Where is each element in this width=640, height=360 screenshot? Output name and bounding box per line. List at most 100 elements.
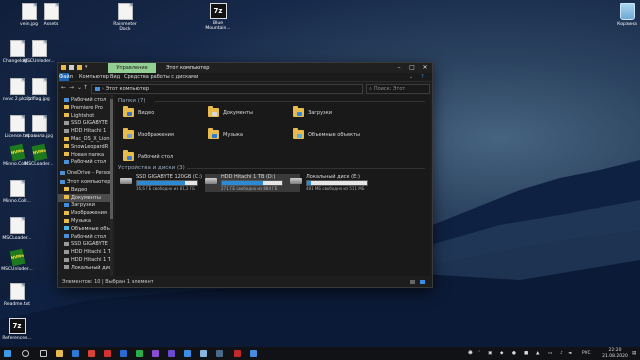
nav-item[interactable]: Новая папка: [58, 151, 110, 159]
desktop-icon[interactable]: MSCLoader...: [0, 217, 34, 241]
start-icon[interactable]: [4, 350, 11, 357]
desktop-icon[interactable]: Rainmeter Dock: [108, 3, 142, 32]
tray-app-icon[interactable]: ●: [512, 347, 516, 360]
recent-chevron-icon[interactable]: ⌄: [77, 83, 82, 93]
folder-item[interactable]: Видео: [123, 106, 203, 122]
maximize-button[interactable]: □: [406, 63, 418, 73]
expand-ribbon-icon[interactable]: ⌄: [406, 73, 416, 81]
nav-item[interactable]: Документы: [58, 193, 110, 202]
new-folder-icon[interactable]: [77, 65, 82, 70]
chrome-icon[interactable]: [88, 350, 95, 357]
forward-arrow-icon[interactable]: →: [69, 83, 74, 93]
nav-item[interactable]: Локальный дис: [58, 264, 110, 272]
nav-item[interactable]: SSD GIGABYTE 120: [58, 240, 110, 248]
desktop-icon[interactable]: Readme.txt: [0, 283, 34, 307]
search-icon[interactable]: [22, 350, 29, 357]
explorer-window[interactable]: ▾ Управление Этот компьютер – □ ✕ Файл К…: [57, 62, 433, 288]
volume-icon[interactable]: ♪: [560, 347, 563, 360]
tab-drive-tools[interactable]: Средства работы с дисками: [121, 73, 201, 81]
photoshop-icon[interactable]: [120, 350, 127, 357]
close-button[interactable]: ✕: [419, 63, 431, 73]
speaker-icon[interactable]: ◄: [568, 347, 571, 360]
nav-item[interactable]: Изображения: [58, 209, 110, 217]
desktop-icon[interactable]: NVMe MSCLoader...: [22, 143, 56, 167]
nav-item[interactable]: HDD Hitachi 1 TB: [58, 248, 110, 256]
desktop-icon[interactable]: Minno.Coll...: [0, 180, 34, 204]
people-icon[interactable]: ☻: [468, 347, 473, 360]
tab-manage[interactable]: Управление: [108, 63, 156, 73]
up-arrow-icon[interactable]: ↑: [83, 83, 88, 93]
drive-item[interactable]: HDD Hitachi 1 TB (D:) 271 ГБ свободно из …: [205, 174, 300, 192]
tray-app-icon[interactable]: ◆: [500, 347, 503, 360]
drive-item[interactable]: SSD GIGABYTE 120GB (C:) 16,6 ГБ свободно …: [120, 174, 215, 192]
details-view-icon[interactable]: [410, 280, 415, 284]
folder-item[interactable]: Загрузки: [293, 106, 373, 122]
section-folders-header[interactable]: Папки (7): [118, 98, 146, 104]
steam-icon[interactable]: [216, 350, 223, 357]
tab-file[interactable]: Файл: [59, 73, 73, 81]
navigation-pane[interactable]: Рабочий стол Premiere Pro Lightshot SSD GIG…: [58, 95, 110, 276]
drive-item[interactable]: Локальный диск (E:) 481 МБ свободно из 51…: [290, 174, 385, 192]
desktop-icon[interactable]: Корзина: [610, 3, 640, 27]
nav-item[interactable]: Сеть: [58, 275, 110, 277]
clock[interactable]: 22:20 21.08.2020: [600, 348, 630, 359]
nav-item[interactable]: Premiere Pro: [58, 104, 110, 112]
large-icons-view-icon[interactable]: [420, 280, 425, 284]
nav-item[interactable]: HDD Hitachi 1: [58, 127, 110, 135]
notifications-icon[interactable]: ▤: [632, 347, 636, 360]
folder-item[interactable]: Документы: [208, 106, 288, 122]
nav-item[interactable]: Музыка: [58, 217, 110, 225]
chevron-down-icon[interactable]: ▾: [85, 65, 90, 70]
network-app-icon[interactable]: [200, 350, 207, 357]
minimize-button[interactable]: –: [393, 63, 405, 73]
title-bar[interactable]: ▾ Управление Этот компьютер – □ ✕: [58, 63, 432, 73]
folder-item[interactable]: Изображения: [123, 128, 203, 144]
help-icon[interactable]: ?: [418, 73, 427, 81]
folder-item[interactable]: Музыка: [208, 128, 288, 144]
nav-item[interactable]: Загрузки: [58, 201, 110, 209]
properties-icon[interactable]: [69, 65, 74, 70]
dropbox-icon[interactable]: [184, 350, 191, 357]
desktop-icon[interactable]: 7z Blue Mountain...: [201, 3, 235, 31]
explorer-icon[interactable]: [56, 350, 63, 357]
premiere-icon[interactable]: [152, 350, 159, 357]
nav-item[interactable]: SSD GIGABYTE: [58, 119, 110, 127]
folder-item[interactable]: Рабочий стол: [123, 150, 203, 166]
nav-item[interactable]: Mac_OS_X_Lion: [58, 135, 110, 143]
section-drives-header[interactable]: Устройства и диски (3): [118, 165, 185, 171]
desktop-icon[interactable]: MSCUnloder...: [22, 40, 56, 64]
search-input[interactable]: ⌕Поиск: Этот компьютер: [366, 84, 430, 100]
task-view-icon[interactable]: [40, 350, 47, 357]
nav-item[interactable]: Рабочий стол: [58, 158, 110, 166]
nav-item[interactable]: HDD Hitachi 1 TB: [58, 256, 110, 264]
desktop-icon[interactable]: Assets: [34, 3, 68, 27]
nav-item[interactable]: OneDrive - Personal: [58, 169, 110, 177]
nav-item[interactable]: SnowLeopardR: [58, 143, 110, 151]
language-indicator[interactable]: РУС: [582, 347, 591, 360]
nav-item[interactable]: Рабочий стол: [58, 96, 110, 104]
spotify-icon[interactable]: [136, 350, 143, 357]
desktop-icon[interactable]: 7z References...: [0, 318, 34, 341]
folder-item[interactable]: Объемные объекты: [293, 128, 373, 144]
filezilla-icon[interactable]: [234, 350, 241, 357]
tray-app-icon[interactable]: ■: [524, 347, 528, 360]
desktop-icon[interactable]: правила.jpg: [22, 115, 56, 139]
nav-item[interactable]: Рабочий стол: [58, 233, 110, 241]
nav-item[interactable]: Этот компьютер: [58, 178, 110, 186]
opera-icon[interactable]: [104, 350, 111, 357]
aftereffects-icon[interactable]: [168, 350, 175, 357]
nav-item[interactable]: Объемные объекты: [58, 225, 110, 233]
nav-scrollbar[interactable]: [110, 95, 113, 276]
tray-app-icon[interactable]: ▲: [536, 347, 539, 360]
tray-chevron-icon[interactable]: ˄: [478, 347, 480, 360]
app-icon[interactable]: [250, 350, 257, 357]
store-icon[interactable]: [72, 350, 79, 357]
desktop-icon[interactable]: tdflag.jpg: [22, 78, 56, 102]
network-icon[interactable]: ▭: [548, 347, 552, 360]
nav-item[interactable]: Видео: [58, 186, 110, 194]
nav-item[interactable]: Lightshot: [58, 112, 110, 120]
desktop-icon[interactable]: NVMe MSCUnloder...: [0, 248, 34, 272]
nav-scrollbar-thumb[interactable]: [110, 99, 113, 219]
back-arrow-icon[interactable]: ←: [61, 83, 66, 93]
tray-app-icon[interactable]: ▣: [488, 347, 492, 360]
